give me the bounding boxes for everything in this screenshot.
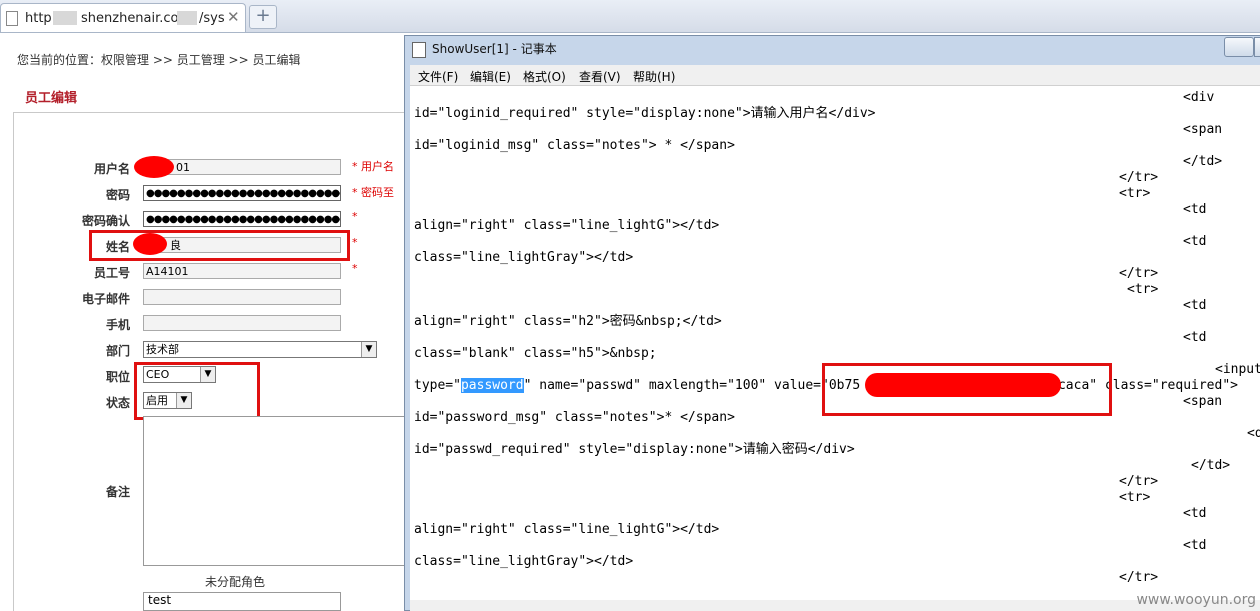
minimize-button[interactable] [1224,37,1254,57]
page-icon [6,11,18,26]
notepad-line: </td> [1191,458,1231,473]
password-label: 密码 [105,188,130,202]
notepad-line: id="password_msg" class="notes">* </span… [414,410,735,425]
notepad-line: <tr> [1127,282,1159,297]
blurred-url-part [177,11,197,25]
highlight-box [134,362,260,420]
notepad-line: <td [1183,234,1207,249]
chevron-down-icon: ▼ [361,342,376,357]
notepad-line: <div [1183,90,1215,105]
menu-help[interactable]: 帮助(H) [633,68,675,85]
notepad-line: <tr> [1119,186,1151,201]
notepad-title: ShowUser[1] - 记事本 [432,42,557,56]
divider [13,112,14,611]
notepad-line: <td [1183,538,1207,553]
selected-text: password [460,378,524,393]
notepad-line: </tr> [1119,266,1159,281]
notepad-line: <td [1183,330,1207,345]
breadcrumb: 您当前的位置：权限管理 >> 员工管理 >> 员工编辑 [17,53,301,67]
notepad-menubar: 文件(F) 编辑(E) 格式(O) 查看(V) 帮助(H) [410,65,1260,86]
notepad-line: <input [1215,362,1260,377]
menu-view[interactable]: 查看(V) [579,68,621,85]
divider [14,112,414,113]
highlight-box [89,230,350,261]
notepad-line: <span [1183,394,1223,409]
email-field[interactable] [143,289,341,305]
notepad-line: <td [1183,298,1207,313]
tab-url-prefix: http: [25,11,57,26]
menu-format[interactable]: 格式(O) [523,68,566,85]
notepad-line: id="loginid_required" style="display:non… [414,106,876,121]
browser-tab[interactable]: http: shenzhenair.com/ /sys ✕ [0,3,246,32]
employee-number-label: 员工号 [93,266,130,280]
highlight-box [822,363,1112,416]
department-value: 技术部 [146,343,179,356]
menu-edit[interactable]: 编辑(E) [470,68,511,85]
position-label: 职位 [105,370,130,384]
status-label: 状态 [105,396,130,410]
confirm-password-field[interactable]: ●●●●●●●●●●●●●●●●●●●●●●●●●●●●● [143,211,341,227]
unassigned-roles-label: 未分配角色 [205,575,266,589]
notepad-text-area[interactable]: <div id="loginid_required" style="display… [410,86,1260,600]
notepad-line: id="passwd_required" style="display:none… [414,442,855,457]
username-hint: * 用户名 [352,160,394,173]
notepad-line: class="line_lightGray"></td> [414,554,634,569]
password-hint: * 密码至 [352,186,394,199]
notepad-line: id="loginid_msg" class="notes"> * </span… [414,138,735,153]
role-option[interactable]: test [143,592,341,611]
close-tab-icon[interactable]: ✕ [227,8,240,26]
mobile-label: 手机 [105,318,130,332]
remark-label: 备注 [105,485,130,499]
blurred-url-part [53,11,77,25]
employee-number-field[interactable]: A14101 [143,263,341,279]
notepad-line: </td> [1183,154,1223,169]
line-text: " name="passwd" maxlength="100" value="0… [523,378,861,393]
password-field[interactable]: ●●●●●●●●●●●●●●●●●●●●●●●●●●●●● [143,185,341,201]
menu-file[interactable]: 文件(F) [418,68,458,85]
notepad-line: align="right" class="line_lightG"></td> [414,218,720,233]
employee-number-hint: * [352,262,358,275]
notepad-line: <td [1183,506,1207,521]
notepad-line: class="line_lightGray"></td> [414,250,634,265]
confirm-password-label: 密码确认 [81,214,130,228]
line-text: type=" [414,378,461,393]
notepad-line: <d [1247,426,1260,441]
notepad-line: </tr> [1119,170,1159,185]
name-hint: * [352,236,358,249]
notepad-line: <tr> [1119,490,1151,505]
maximize-button[interactable] [1254,37,1260,57]
redaction-mark [134,156,174,178]
department-select[interactable]: 技术部 ▼ [143,341,377,358]
notepad-line: </tr> [1119,570,1159,585]
department-label: 部门 [105,344,130,358]
notepad-line: <td [1183,202,1207,217]
mobile-field[interactable] [143,315,341,331]
notepad-line: class="blank" class="h5">&nbsp; [414,346,657,361]
notepad-line: <span [1183,122,1223,137]
remark-textarea[interactable] [143,416,407,566]
notepad-icon [412,42,426,58]
watermark: www.wooyun.org [1136,592,1256,608]
new-tab-button[interactable]: + [249,5,277,29]
notepad-bottom-edge [410,600,1260,611]
notepad-line: align="right" class="line_lightG"></td> [414,522,720,537]
email-label: 电子邮件 [81,292,130,306]
page-title: 员工编辑 [25,91,78,106]
notepad-line: </tr> [1119,474,1159,489]
confirm-password-hint: * [352,210,358,223]
tab-url-suffix: /sys [199,11,225,26]
notepad-line: align="right" class="h2">密码&nbsp;</td> [414,314,722,329]
username-label: 用户名 [93,162,130,176]
